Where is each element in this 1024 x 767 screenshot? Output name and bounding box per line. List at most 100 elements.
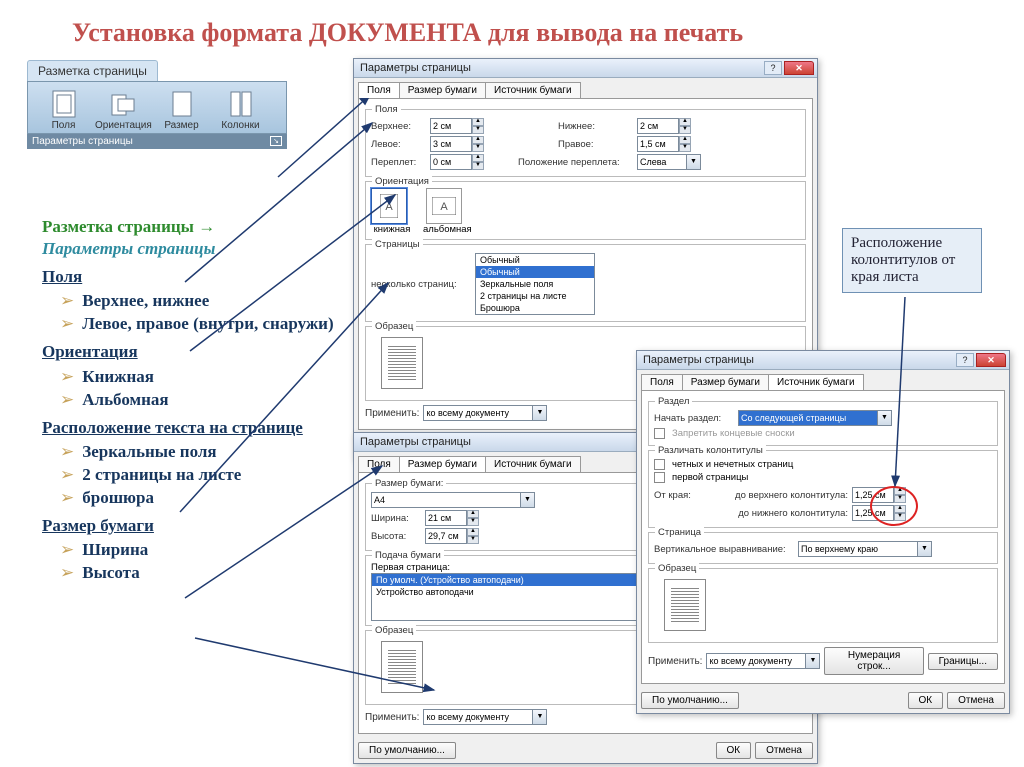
orientation-icon: [107, 90, 139, 118]
tab-paper-size[interactable]: Размер бумаги: [399, 456, 486, 472]
label-header-dist: до верхнего колонтитула:: [708, 490, 848, 501]
header-dist-spinner[interactable]: ▲▼: [852, 487, 906, 503]
ribbon-snippet: Разметка страницы Поля Ориентация Размер…: [27, 60, 287, 149]
list-item: Книжная: [60, 366, 342, 388]
label-height: Высота:: [371, 531, 421, 542]
default-button[interactable]: По умолчанию...: [358, 742, 456, 759]
tab-paper-source[interactable]: Источник бумаги: [485, 82, 581, 98]
gutter-pos-dropdown[interactable]: ▼: [637, 154, 701, 170]
odd-even-checkbox[interactable]: [654, 459, 665, 470]
first-page-checkbox[interactable]: [654, 472, 665, 483]
right-spinner[interactable]: ▲▼: [637, 136, 691, 152]
tab-margins[interactable]: Поля: [358, 82, 400, 98]
section-text-layout: Расположение текста на странице: [42, 417, 342, 439]
list-item: Левое, правое (внутри, снаружи): [60, 313, 342, 335]
label-gutter-pos: Положение переплета:: [518, 157, 633, 168]
group-label: Поля: [372, 104, 401, 115]
ribbon-columns-button[interactable]: Колонки: [213, 90, 268, 131]
group-label: Страницы: [372, 239, 423, 250]
breadcrumb-a: Разметка страницы →: [42, 217, 215, 236]
borders-button[interactable]: Границы...: [928, 653, 998, 670]
label-apply: Применить:: [365, 712, 419, 723]
columns-icon: [225, 90, 257, 118]
bottom-spinner[interactable]: ▲▼: [637, 118, 691, 134]
ribbon-group-label: Параметры страницы: [32, 136, 133, 147]
section-paper-size: Размер бумаги: [42, 515, 342, 537]
gutter-spinner[interactable]: ▲▼: [430, 154, 484, 170]
label-no-endnotes: Запретить концевые сноски: [672, 428, 795, 439]
section-start-dropdown[interactable]: ▼: [738, 410, 892, 426]
group-label: Подача бумаги: [372, 550, 444, 561]
section-margins: Поля: [42, 266, 342, 288]
sample-preview: [381, 337, 423, 389]
tab-margins[interactable]: Поля: [641, 374, 683, 390]
list-item: 2 страницы на листе: [60, 464, 342, 486]
ok-button[interactable]: ОК: [716, 742, 752, 759]
valign-dropdown[interactable]: ▼: [798, 541, 932, 557]
dialog-title: Параметры страницы: [643, 354, 754, 366]
help-button[interactable]: ?: [956, 353, 974, 367]
list-item: Зеркальные поля: [60, 441, 342, 463]
tab-paper-source[interactable]: Источник бумаги: [485, 456, 581, 472]
apply-dropdown[interactable]: ▼: [706, 653, 820, 669]
label-first-page: Первая страница:: [371, 562, 652, 573]
list-item: брошюра: [60, 487, 342, 509]
group-label: Ориентация: [372, 176, 432, 187]
page-title: Установка формата ДОКУМЕНТА для вывода н…: [72, 18, 743, 48]
orient-label: книжная: [371, 224, 413, 235]
label-gutter: Переплет:: [371, 157, 426, 168]
list-item: Альбомная: [60, 389, 342, 411]
default-button[interactable]: По умолчанию...: [641, 692, 739, 709]
top-spinner[interactable]: ▲▼: [430, 118, 484, 134]
ribbon-size-button[interactable]: Размер: [154, 90, 209, 131]
group-label: Страница: [655, 527, 704, 538]
tab-margins[interactable]: Поля: [358, 456, 400, 472]
breadcrumb-b: Параметры страницы: [42, 239, 215, 258]
sample-preview: [381, 641, 423, 693]
label-apply: Применить:: [648, 656, 702, 667]
svg-text:A: A: [441, 201, 449, 213]
section-orientation: Ориентация: [42, 341, 342, 363]
label-multi-pages: несколько страниц:: [371, 279, 471, 290]
sample-preview: [664, 579, 706, 631]
apply-dropdown[interactable]: ▼: [423, 405, 547, 421]
width-spinner[interactable]: ▲▼: [425, 510, 479, 526]
footer-dist-spinner[interactable]: ▲▼: [852, 505, 906, 521]
tab-paper-source[interactable]: Источник бумаги: [768, 374, 864, 390]
margins-icon: [48, 90, 80, 118]
group-label: Различать колонтитулы: [655, 445, 766, 456]
ok-button[interactable]: ОК: [908, 692, 944, 709]
pages-listbox[interactable]: Обычный Обычный Зеркальные поля 2 страни…: [475, 253, 595, 315]
help-button[interactable]: ?: [764, 61, 782, 75]
ribbon-margins-button[interactable]: Поля: [36, 90, 91, 131]
orientation-portrait[interactable]: A: [371, 188, 407, 224]
first-page-listbox[interactable]: По умолч. (Устройство автоподачи)Устройс…: [371, 573, 652, 621]
endnotes-checkbox[interactable]: [654, 428, 665, 439]
cancel-button[interactable]: Отмена: [755, 742, 813, 759]
orientation-landscape[interactable]: A: [426, 188, 462, 224]
label-first-page: первой страницы: [672, 472, 748, 483]
label-from-edge: От края:: [654, 490, 704, 501]
tab-paper-size[interactable]: Размер бумаги: [682, 374, 769, 390]
label-bottom: Нижнее:: [558, 121, 633, 132]
label-valign: Вертикальное выравнивание:: [654, 544, 794, 555]
dialog-launcher-icon[interactable]: ↘: [270, 136, 282, 146]
ribbon-tab[interactable]: Разметка страницы: [27, 60, 158, 81]
label-right: Правое:: [558, 139, 633, 150]
label-section-start: Начать раздел:: [654, 413, 734, 424]
ribbon-orientation-button[interactable]: Ориентация: [95, 90, 150, 131]
tab-paper-size[interactable]: Размер бумаги: [399, 82, 486, 98]
group-label: Раздел: [655, 396, 692, 407]
close-button[interactable]: ✕: [976, 353, 1006, 367]
group-label: Размер бумаги:: [372, 478, 446, 489]
apply-dropdown[interactable]: ▼: [423, 709, 547, 725]
label-width: Ширина:: [371, 513, 421, 524]
height-spinner[interactable]: ▲▼: [425, 528, 479, 544]
group-label: Образец: [372, 625, 416, 636]
left-spinner[interactable]: ▲▼: [430, 136, 484, 152]
size-icon: [166, 90, 198, 118]
close-button[interactable]: ✕: [784, 61, 814, 75]
paper-size-dropdown[interactable]: ▼: [371, 492, 535, 508]
line-numbers-button[interactable]: Нумерация строк...: [824, 647, 923, 675]
cancel-button[interactable]: Отмена: [947, 692, 1005, 709]
